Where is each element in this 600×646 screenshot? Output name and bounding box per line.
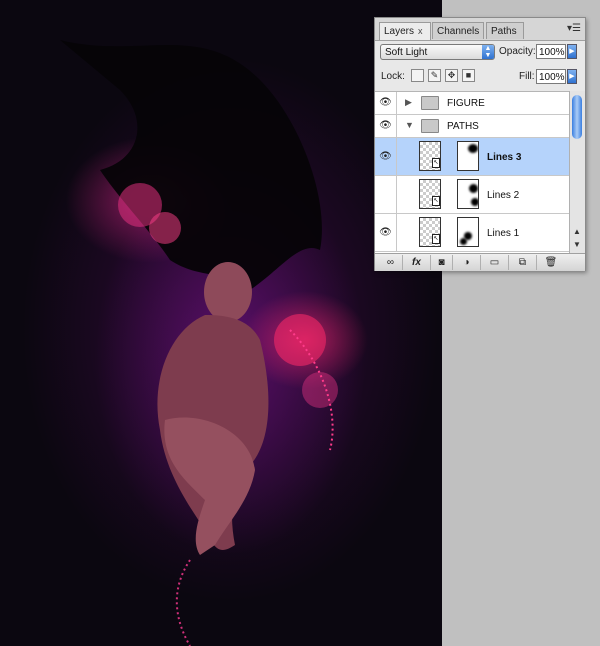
scrollbar-thumb[interactable]	[572, 95, 582, 139]
layer-row-lines-2[interactable]: ↖ Lines 2	[375, 176, 569, 214]
fill-label: Fill:	[519, 71, 535, 82]
layer-name: Lines 3	[487, 152, 522, 163]
tab-close-icon[interactable]: x	[418, 26, 423, 36]
link-layers-icon[interactable]: ∞	[379, 255, 403, 270]
select-arrows-icon: ▲ ▼	[482, 45, 494, 59]
tab-channels[interactable]: Channels	[432, 22, 484, 39]
tab-paths[interactable]: Paths	[486, 22, 524, 39]
opacity-label: Opacity:	[499, 46, 536, 57]
blend-mode-select[interactable]: Soft Light ▲ ▼	[380, 44, 495, 60]
trash-icon[interactable]: 🗑	[537, 255, 565, 270]
lock-all-icon[interactable]: ■	[462, 69, 475, 82]
layer-mask-thumbnail[interactable]	[457, 217, 479, 247]
folder-icon	[421, 119, 439, 133]
layer-mask-thumbnail[interactable]	[457, 141, 479, 171]
layer-name: Lines 2	[487, 190, 520, 201]
tab-layers-label: Layers	[384, 26, 415, 37]
layer-name: PATHS	[447, 121, 479, 132]
smart-object-icon: ↖	[432, 234, 440, 244]
fill-slider-button[interactable]: ▶	[567, 69, 577, 84]
figure-head	[204, 262, 252, 322]
new-layer-icon[interactable]: ⧉	[509, 255, 537, 270]
layer-mask-thumbnail[interactable]	[457, 179, 479, 209]
adjustment-layer-icon[interactable]: ◑	[453, 255, 481, 270]
pink-blob	[274, 314, 326, 366]
layer-group-figure[interactable]: 👁 ▶ FIGURE	[375, 92, 569, 115]
panel-menu-icon[interactable]: ▾☰	[567, 23, 581, 34]
visibility-eye-icon[interactable]: 👁	[375, 138, 397, 175]
layer-row-lines-1[interactable]: 👁 ↖ Lines 1	[375, 214, 569, 252]
scroll-down-icon[interactable]: ▼	[573, 240, 581, 249]
tab-layers[interactable]: Layers x	[379, 22, 431, 40]
visibility-eye-icon[interactable]: 👁	[375, 214, 397, 251]
blend-mode-value: Soft Light	[385, 47, 428, 58]
expand-arrow-icon[interactable]: ▶	[405, 97, 412, 108]
add-mask-icon[interactable]: ◙	[431, 255, 453, 270]
lock-label: Lock:	[381, 71, 405, 82]
layer-row-lines-3[interactable]: 👁 ↖ Lines 3	[375, 138, 569, 176]
pink-blob	[302, 372, 338, 408]
lock-pixels-icon[interactable]: ✎	[428, 69, 441, 82]
lock-position-icon[interactable]: ✥	[445, 69, 458, 82]
lock-transparency-icon[interactable]	[411, 69, 424, 82]
visibility-eye-icon[interactable]: 👁	[375, 92, 397, 114]
opacity-field[interactable]: 100%	[536, 44, 566, 59]
folder-icon	[421, 96, 439, 110]
layers-bottom-toolbar: ∞ fx ◙ ◑ ▭ ⧉ 🗑	[375, 253, 585, 271]
new-group-icon[interactable]: ▭	[481, 255, 509, 270]
visibility-eye-icon[interactable]: 👁	[375, 115, 397, 137]
tab-paths-label: Paths	[491, 26, 517, 37]
smart-object-icon: ↖	[432, 158, 440, 168]
dotted-line	[175, 559, 191, 646]
visibility-eye-off[interactable]	[375, 176, 397, 213]
layer-list: 👁 ▶ FIGURE 👁 ▼ PATHS 👁 ↖ Lines 3 ↖ Lines…	[375, 91, 569, 254]
hair-shape	[60, 40, 322, 290]
panel-tab-bar: Layers x Channels Paths ▾☰	[375, 18, 585, 41]
layer-thumbnail: ↖	[419, 141, 441, 171]
layers-panel[interactable]: Layers x Channels Paths ▾☰ Soft Light ▲ ▼ …	[374, 17, 586, 271]
scroll-up-icon[interactable]: ▲	[573, 227, 581, 236]
layer-thumbnail: ↖	[419, 217, 441, 247]
fx-icon[interactable]: fx	[403, 255, 431, 270]
layer-name: FIGURE	[447, 98, 485, 109]
fill-field[interactable]: 100%	[536, 69, 566, 84]
layer-group-paths[interactable]: 👁 ▼ PATHS	[375, 115, 569, 138]
pink-blob	[149, 212, 181, 244]
tab-channels-label: Channels	[437, 26, 480, 37]
layer-thumbnail: ↖	[419, 179, 441, 209]
layer-list-scrollbar[interactable]: ▲ ▼	[569, 91, 585, 253]
smart-object-icon: ↖	[432, 196, 440, 206]
opacity-slider-button[interactable]: ▶	[567, 44, 577, 59]
layer-name: Lines 1	[487, 228, 520, 239]
collapse-arrow-icon[interactable]: ▼	[405, 120, 414, 130]
